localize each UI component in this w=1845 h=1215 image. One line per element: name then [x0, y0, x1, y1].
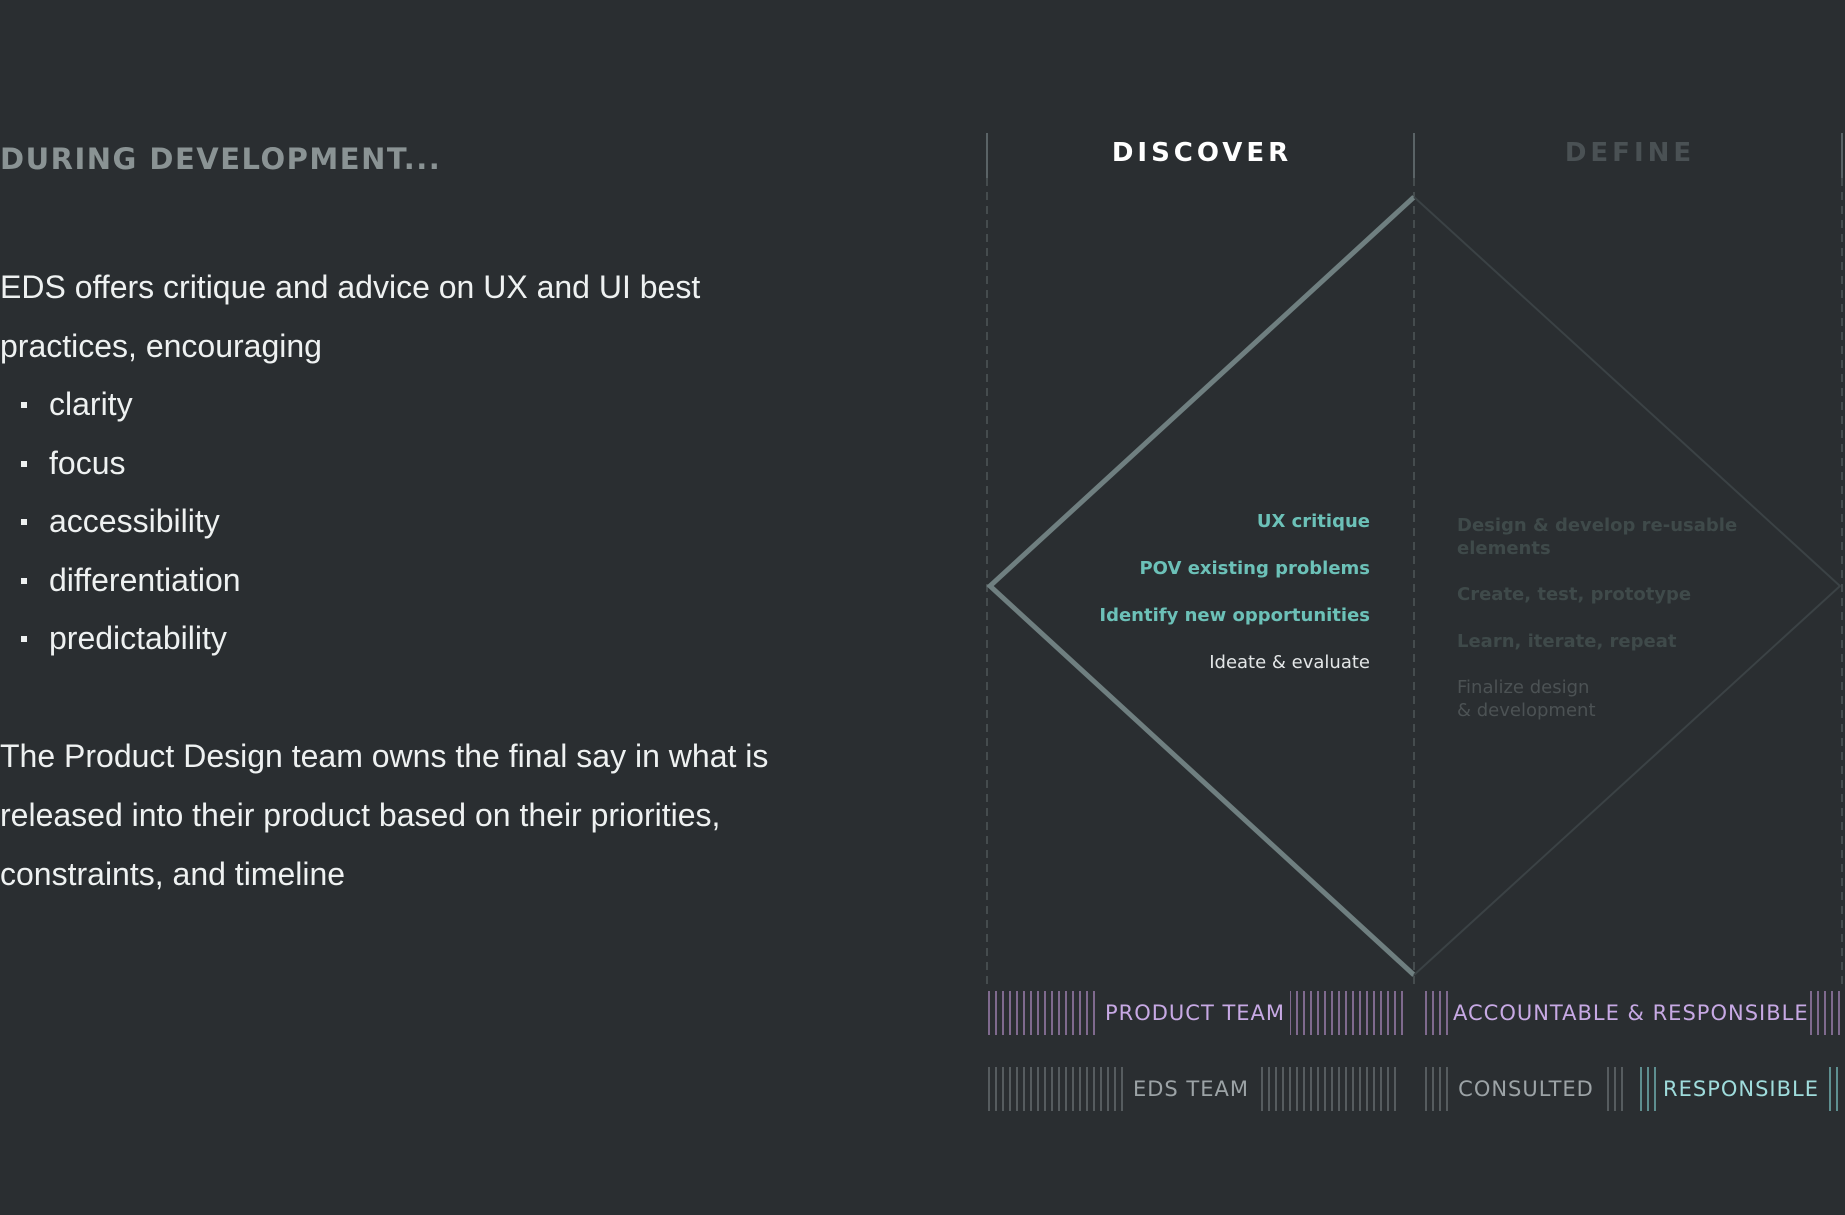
- discover-diamond-half: [986, 195, 1416, 977]
- define-item: Create, test, prototype: [1457, 584, 1692, 605]
- eds-team-consulted-label: CONSULTED: [1450, 1067, 1602, 1111]
- define-item: Learn, iterate, repeat: [1457, 631, 1677, 652]
- product-team-role-label: ACCOUNTABLE & RESPONSIBLE: [1453, 991, 1808, 1035]
- discover-item: Identify new opportunities: [1099, 605, 1370, 626]
- define-item: Design & develop re-usable elements: [1457, 515, 1738, 559]
- phase-heading-discover: DISCOVER: [1111, 138, 1293, 168]
- eds-team-label: EDS TEAM: [1125, 1067, 1257, 1111]
- discover-item: Ideate & evaluate: [1209, 652, 1370, 673]
- discover-item: POV existing problems: [1139, 558, 1370, 579]
- discover-item: UX critique: [1256, 511, 1370, 532]
- phase-heading-define: DEFINE: [1564, 138, 1696, 168]
- product-team-label: PRODUCT TEAM: [1100, 991, 1290, 1035]
- double-diamond-diagram: DISCOVER DEFINE UX critique POV existing…: [0, 0, 1845, 1215]
- define-item: Finalize design & development: [1457, 677, 1596, 721]
- eds-team-responsible-label: RESPONSIBLE: [1658, 1067, 1824, 1111]
